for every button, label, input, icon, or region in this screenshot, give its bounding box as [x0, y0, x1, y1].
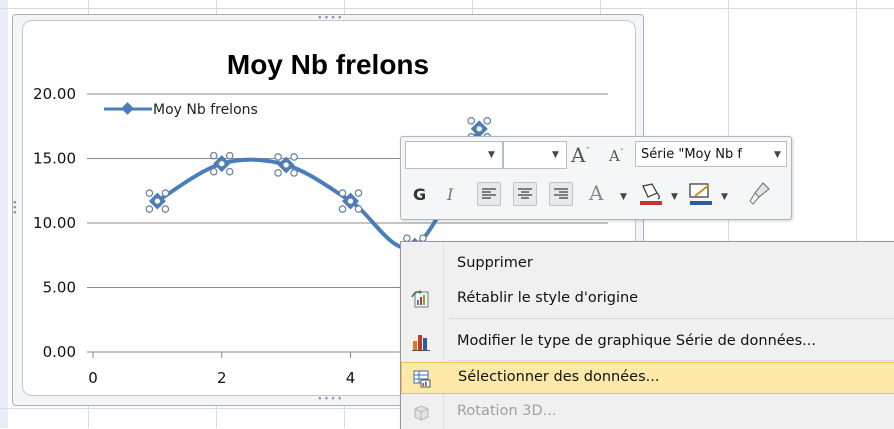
menu-item-supprimer[interactable]: Supprimer [401, 248, 894, 280]
y-tick-label: 15.00 [33, 150, 76, 168]
font-color-button[interactable]: A [589, 181, 603, 205]
chevron-down-icon[interactable]: ▼ [620, 192, 627, 202]
menu-item-label: Sélectionner des données... [458, 369, 660, 385]
selection-handle [209, 167, 218, 176]
selection-handle [153, 197, 162, 205]
selection-handle [346, 197, 355, 205]
align-center-icon [518, 188, 532, 199]
chevron-down-icon: ▼ [774, 150, 781, 160]
x-tick-label: 4 [346, 369, 356, 387]
menu-item-modifier-type[interactable]: Modifier le type de graphique Série de d… [401, 326, 894, 358]
selection-handle [225, 151, 234, 160]
series-selector[interactable]: Série "Moy Nb f ▼ [635, 141, 787, 167]
menu-item-rotation-3d[interactable]: Rotation 3D... [401, 396, 894, 428]
selection-handle [209, 151, 218, 160]
menu-item-label: Modifier le type de graphique Série de d… [457, 333, 816, 349]
selection-handle [483, 117, 492, 125]
selection-handle [282, 161, 290, 169]
data-point[interactable] [338, 189, 363, 213]
selection-handle [225, 167, 234, 176]
y-tick-label: 0.00 [43, 343, 76, 361]
x-tick-label: 0 [88, 369, 98, 387]
selection-handle [145, 189, 154, 197]
menu-separator [449, 360, 894, 361]
font-size-select[interactable]: ▼ [503, 141, 567, 169]
select-data-icon [413, 370, 431, 388]
selection-handle [475, 125, 484, 133]
selection-handle [161, 189, 170, 197]
selection-handle [467, 117, 476, 125]
font-name-select[interactable]: ▼ [405, 141, 503, 169]
selection-handle [338, 189, 347, 197]
selection-handle [354, 189, 363, 197]
selection-handle [290, 169, 298, 177]
bold-button[interactable]: G [413, 185, 426, 204]
y-tick-label: 10.00 [33, 214, 76, 232]
italic-button[interactable]: I [447, 185, 453, 204]
selection-handle [145, 205, 154, 213]
chevron-down-icon[interactable]: ▼ [671, 192, 678, 202]
x-tick-label: 2 [217, 369, 227, 387]
selection-handle [161, 205, 170, 213]
chevron-down-icon: ▼ [488, 150, 495, 160]
selection-handle [217, 159, 226, 168]
selection-handle [338, 205, 347, 213]
menu-item-selectionner-donnees[interactable]: Sélectionner des données... [401, 362, 894, 394]
chart-title: Moy Nb frelons [227, 49, 429, 80]
series-selector-label: Série "Moy Nb f [641, 147, 742, 162]
menu-item-retablir-style[interactable]: Rétablir le style d'origine [401, 283, 894, 315]
fill-color-icon[interactable] [637, 181, 665, 207]
align-left-icon [482, 188, 496, 199]
menu-item-label: Rotation 3D... [457, 403, 557, 419]
chart-type-icon [412, 335, 430, 351]
y-tick-label: 5.00 [43, 279, 76, 297]
legend-marker-swatch [121, 102, 134, 115]
format-painter-icon[interactable] [745, 181, 773, 207]
mini-toolbar: ▼ ▼ Aˆ Aˇ Série "Moy Nb f ▼ G I A ▼ ▼ ▼ [400, 136, 792, 220]
chevron-down-icon: ▼ [552, 150, 559, 160]
data-point[interactable] [274, 153, 298, 177]
grow-font-icon[interactable]: Aˆ [571, 143, 590, 167]
align-center-button[interactable] [513, 182, 537, 206]
chevron-down-icon[interactable]: ▼ [721, 192, 728, 202]
reset-style-icon [411, 290, 429, 308]
chart-legend[interactable]: Moy Nb frelons [104, 102, 258, 118]
selection-handle [290, 153, 298, 161]
align-left-button[interactable] [477, 182, 501, 206]
rotation-3d-icon [414, 405, 429, 421]
selection-handle [274, 169, 282, 177]
menu-item-label: Supprimer [457, 255, 533, 271]
selection-handle [354, 205, 363, 213]
selection-handle [274, 153, 282, 161]
menu-separator [449, 318, 894, 319]
y-tick-label: 20.00 [33, 85, 76, 103]
menu-item-label: Rétablir le style d'origine [457, 290, 639, 306]
shrink-font-icon[interactable]: Aˇ [609, 147, 624, 165]
line-color-icon[interactable] [687, 181, 715, 207]
data-point[interactable] [145, 189, 170, 213]
data-point[interactable] [209, 151, 234, 176]
context-menu: Supprimer Rétablir le style d'origine Mo… [400, 241, 894, 429]
align-right-icon [554, 188, 568, 199]
align-right-button[interactable] [549, 182, 573, 206]
legend-series-label: Moy Nb frelons [153, 102, 258, 118]
